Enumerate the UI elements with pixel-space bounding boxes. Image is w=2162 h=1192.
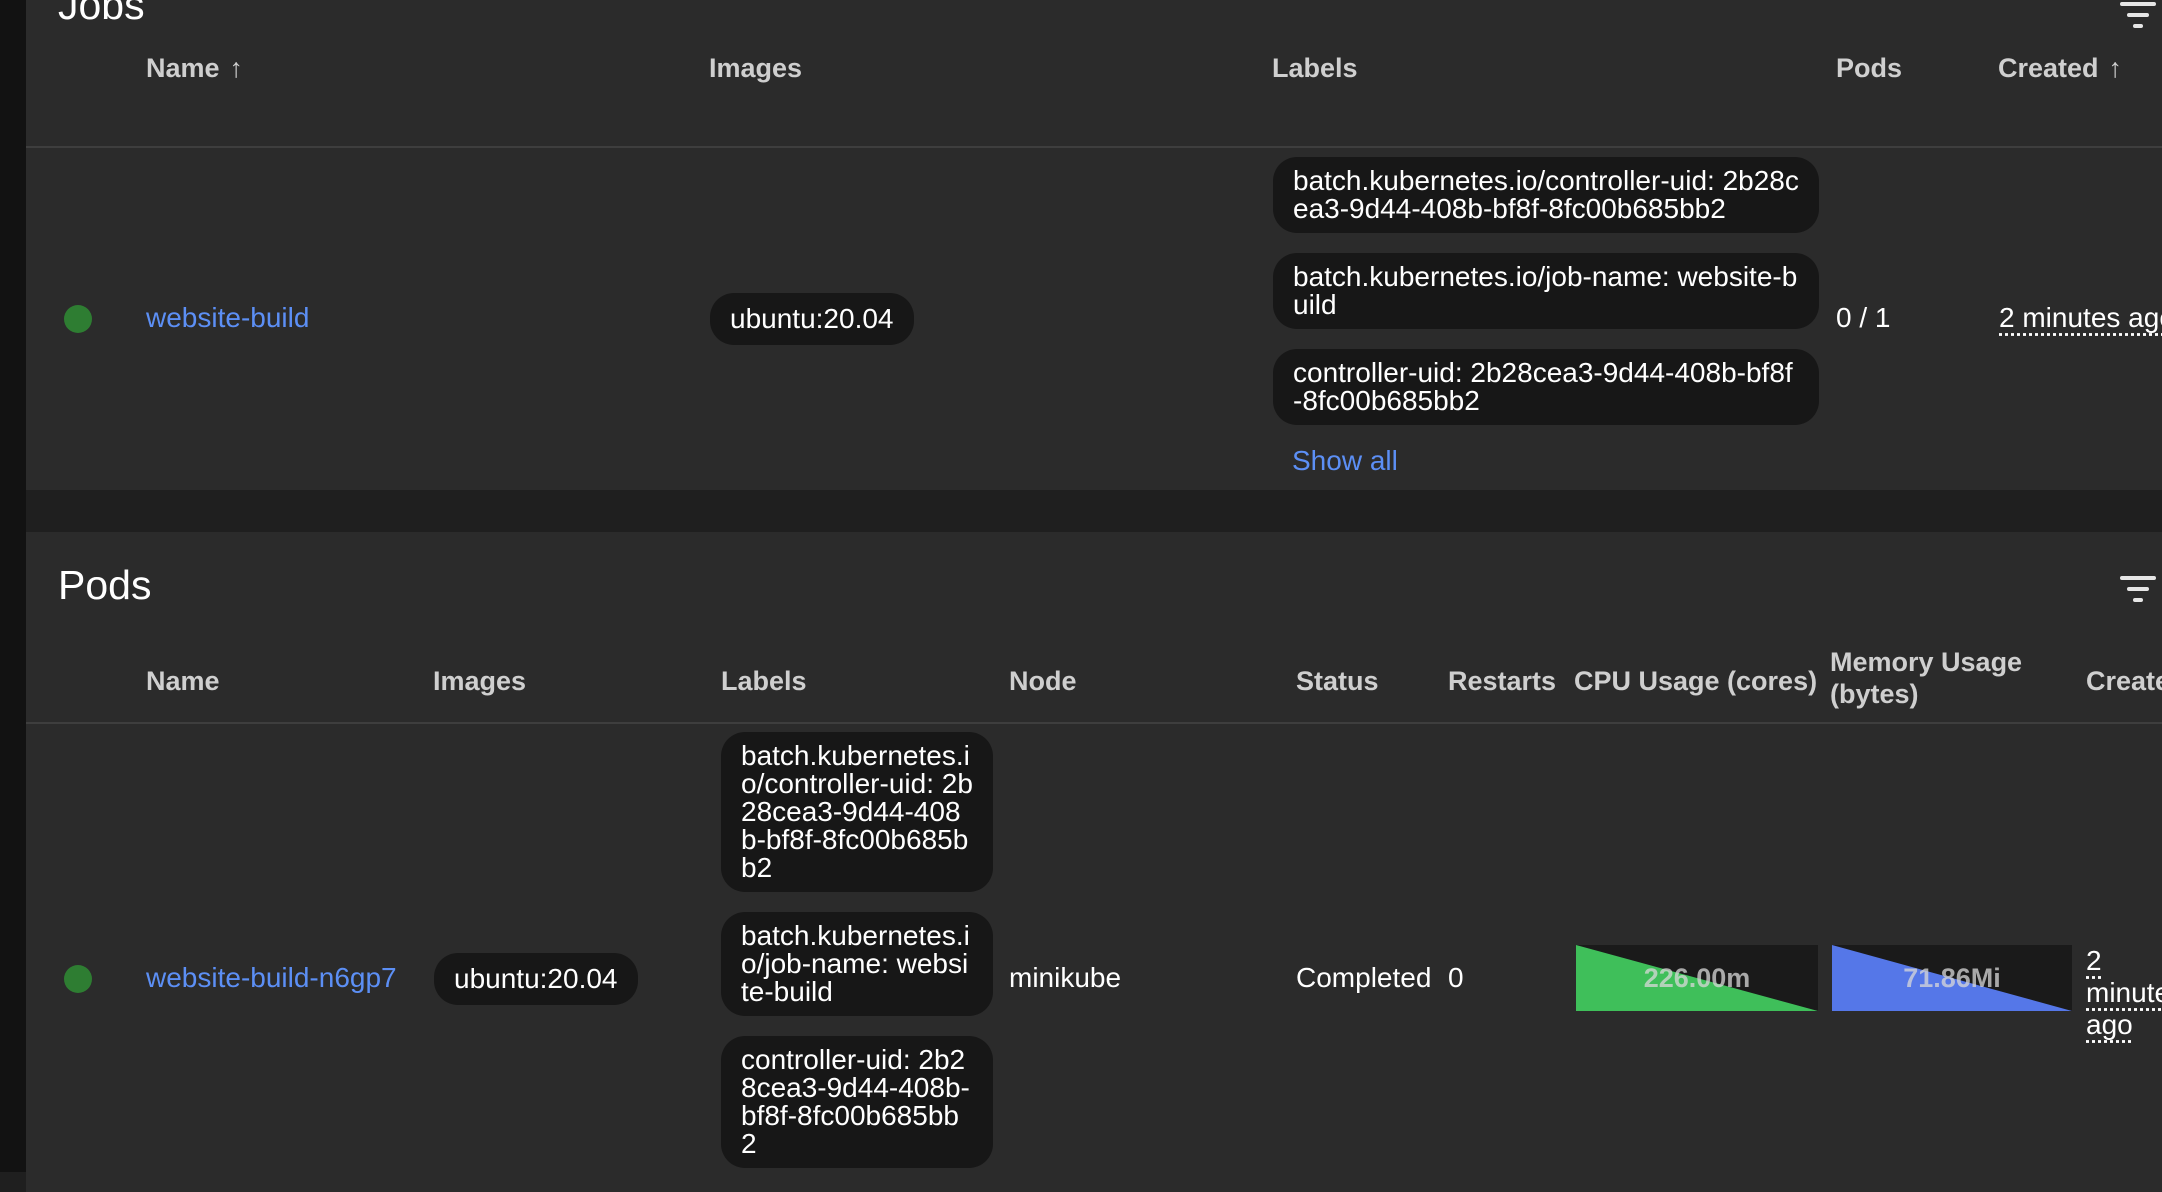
left-sidebar-edge [0, 0, 26, 1172]
section-gap [26, 490, 2162, 532]
pods-header-created[interactable]: Created [2086, 666, 2162, 697]
filter-list-icon[interactable] [2120, 0, 2162, 30]
jobs-header-labels[interactable]: Labels [1272, 53, 1358, 84]
pod-name-link[interactable]: website-build-n6gp7 [146, 962, 397, 994]
pods-header-images[interactable]: Images [433, 666, 526, 697]
cpu-usage-sparkline: 226.00m [1576, 945, 1818, 1011]
pods-header-restarts[interactable]: Restarts [1448, 666, 1556, 697]
pods-header-memory[interactable]: Memory Usage (bytes) [1830, 646, 2030, 710]
label-chip: controller-uid: 2b28cea3-9d44-408b-bf8f-… [721, 1036, 993, 1168]
memory-usage-value: 71.86Mi [1903, 963, 2001, 993]
created-time[interactable]: 2 minutes ago [2086, 945, 2162, 1041]
node-name: minikube [1009, 962, 1122, 993]
created-time[interactable]: 2 minutes ago [1999, 302, 2162, 334]
image-chip: ubuntu:20.04 [710, 293, 914, 345]
memory-usage-sparkline: 71.86Mi [1832, 945, 2072, 1011]
pod-status: Completed [1296, 962, 1432, 993]
pods-title: Pods [58, 562, 152, 608]
pods-header-labels[interactable]: Labels [721, 666, 807, 697]
label-chip: batch.kubernetes.io/job-name: website-bu… [1273, 253, 1819, 329]
pods-header-cpu[interactable]: CPU Usage (cores) [1574, 666, 1817, 697]
pods-header-status[interactable]: Status [1296, 666, 1379, 697]
pods-header-node[interactable]: Node [1009, 666, 1077, 697]
jobs-header-pods[interactable]: Pods [1836, 53, 1902, 84]
jobs-card: Jobs Name ↑ Images Labels Pods Created ↑ w… [26, 0, 2162, 490]
status-success-icon [64, 305, 92, 333]
label-chip: controller-uid: 2b28cea3-9d44-408b-bf8f-… [1273, 349, 1819, 425]
label-chip: batch.kubernetes.io/controller-uid: 2b28… [721, 732, 993, 892]
job-name-link[interactable]: website-build [146, 302, 309, 334]
jobs-header-name[interactable]: Name ↑ [146, 53, 243, 84]
restarts-count: 0 [1448, 962, 1464, 993]
sort-ascending-icon[interactable]: ↑ [230, 53, 244, 84]
pods-header-divider [26, 722, 2162, 724]
pods-count: 0 / 1 [1836, 302, 1891, 333]
label-chip: batch.kubernetes.io/controller-uid: 2b28… [1273, 157, 1819, 233]
sort-ascending-icon[interactable]: ↑ [2109, 53, 2123, 84]
pods-card: Pods Name Images Labels Node Status Rest… [26, 532, 2162, 1192]
label-chip: batch.kubernetes.io/job-name: website-bu… [721, 912, 993, 1016]
cpu-usage-value: 226.00m [1643, 963, 1751, 993]
jobs-header-images[interactable]: Images [709, 53, 802, 84]
filter-list-icon[interactable] [2120, 574, 2162, 604]
jobs-header-created[interactable]: Created ↑ [1998, 53, 2122, 84]
jobs-header-name-label: Name [146, 53, 220, 83]
show-all-labels-link[interactable]: Show all [1292, 445, 1398, 477]
jobs-header-created-label: Created [1998, 53, 2099, 83]
jobs-header-divider [26, 146, 2162, 148]
image-chip: ubuntu:20.04 [434, 953, 638, 1005]
status-success-icon [64, 965, 92, 993]
jobs-title: Jobs [58, 0, 145, 28]
pods-header-name[interactable]: Name [146, 666, 220, 697]
